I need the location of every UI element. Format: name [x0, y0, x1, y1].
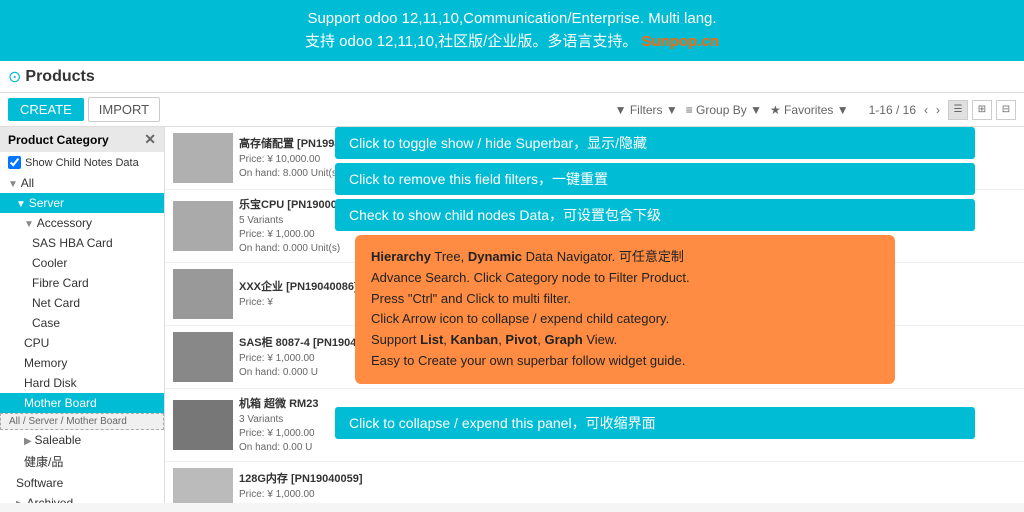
arrow-saleable: ▶: [24, 436, 34, 447]
sidebar-health[interactable]: 健康/品: [0, 450, 164, 473]
pagination-text: 1-16 / 16: [869, 103, 916, 117]
prev-button[interactable]: ‹: [924, 103, 928, 117]
toolbar-right: ▼ Filters ▼ ≡ Group By ▼ ★ Favorites ▼ 1…: [615, 100, 1016, 120]
product-img-4: [173, 400, 233, 450]
sidebar-server[interactable]: ▼ Server: [0, 193, 164, 213]
product-img-3: [173, 332, 233, 382]
sunpop-link[interactable]: Sunpop.cn: [642, 33, 720, 50]
orange-tooltip: Hierarchy Tree, Dynamic Data Navigator. …: [355, 235, 895, 384]
sidebar-sas[interactable]: SAS HBA Card: [0, 233, 164, 253]
orange-line3: Press "Ctrl" and Click to multi filter.: [371, 289, 879, 310]
main-layout: Product Category ✕ Show Child Notes Data…: [0, 127, 1024, 503]
sidebar-accessory[interactable]: ▼ Accessory: [0, 213, 164, 233]
orange-line6: Easy to Create your own superbar follow …: [371, 351, 879, 372]
pivot-view-icon[interactable]: ⊟: [996, 100, 1016, 120]
orange-line5: Support List, Kanban, Pivot, Graph View.: [371, 330, 879, 351]
product-info-5: 128G内存 [PN19040059] Price: ¥ 1,000.00 On…: [239, 470, 1016, 503]
toolbar: CREATE IMPORT ▼ Filters ▼ ≡ Group By ▼ ★…: [0, 93, 1024, 127]
sidebar-path-label: All / Server / Mother Board: [0, 413, 164, 430]
show-child-input[interactable]: [8, 156, 21, 169]
sidebar-case[interactable]: Case: [0, 313, 164, 333]
product-row-5[interactable]: 128G内存 [PN19040059] Price: ¥ 1,000.00 On…: [165, 462, 1024, 503]
toggle-tooltip: Click to toggle show / hide Superbar，显示/…: [335, 127, 975, 159]
product-img-0: [173, 133, 233, 183]
check-child-tooltip: Check to show child nodes Data，可设置包含下级: [335, 199, 975, 231]
sidebar: Product Category ✕ Show Child Notes Data…: [0, 127, 165, 503]
import-button[interactable]: IMPORT: [88, 97, 160, 122]
sidebar-harddisk[interactable]: Hard Disk: [0, 373, 164, 393]
next-button[interactable]: ›: [936, 103, 940, 117]
remove-filter-tooltip: Click to remove this field filters，一键重置: [335, 163, 975, 195]
orange-line4: Click Arrow icon to collapse / expend ch…: [371, 309, 879, 330]
sidebar-software[interactable]: Software: [0, 473, 164, 493]
banner-line2: 支持 odoo 12,11,10,社区版/企业版。多语言支持。 Sunpop.c…: [10, 31, 1014, 54]
sidebar-fibre[interactable]: Fibre Card: [0, 273, 164, 293]
product-category-header[interactable]: Product Category ✕: [0, 127, 164, 152]
sidebar-archived[interactable]: ▶ Archived: [0, 493, 164, 503]
breadcrumb-row: ⊙ Products: [0, 61, 1024, 93]
list-view-icon[interactable]: ☰: [948, 100, 968, 120]
groupby-button[interactable]: ≡ Group By ▼: [686, 103, 762, 117]
filters-button[interactable]: ▼ Filters ▼: [615, 103, 678, 117]
kanban-view-icon[interactable]: ⊞: [972, 100, 992, 120]
sidebar-cpu[interactable]: CPU: [0, 333, 164, 353]
product-area: Click to toggle show / hide Superbar，显示/…: [165, 127, 1024, 503]
product-img-1: [173, 201, 233, 251]
sidebar-netcard[interactable]: Net Card: [0, 293, 164, 313]
favorites-button[interactable]: ★ Favorites ▼: [770, 103, 849, 117]
create-button[interactable]: CREATE: [8, 98, 84, 121]
sidebar-cooler[interactable]: Cooler: [0, 253, 164, 273]
top-banner: Support odoo 12,11,10,Communication/Ente…: [0, 0, 1024, 61]
sidebar-all[interactable]: ▼ All: [0, 173, 164, 193]
orange-line2: Advance Search. Click Category node to F…: [371, 268, 879, 289]
collapse-tooltip: Click to collapse / expend this panel，可收…: [335, 407, 975, 439]
breadcrumb-label: Products: [25, 68, 94, 86]
arrow-all: ▼: [8, 179, 21, 190]
banner-line1: Support odoo 12,11,10,Communication/Ente…: [10, 8, 1014, 31]
product-img-5: [173, 468, 233, 503]
arrow-server: ▼: [16, 199, 29, 210]
product-img-2: [173, 269, 233, 319]
sidebar-motherboard[interactable]: Mother Board: [0, 393, 164, 413]
view-icons: ☰ ⊞ ⊟: [948, 100, 1016, 120]
orange-line1: Hierarchy Tree, Dynamic Data Navigator. …: [371, 247, 879, 268]
sidebar-saleable[interactable]: ▶ Saleable: [0, 430, 164, 450]
breadcrumb-icon: ⊙: [8, 67, 21, 87]
collapse-icon[interactable]: ✕: [144, 131, 156, 148]
show-child-checkbox[interactable]: Show Child Notes Data: [0, 152, 164, 173]
sidebar-memory[interactable]: Memory: [0, 353, 164, 373]
arrow-accessory: ▼: [24, 219, 37, 230]
